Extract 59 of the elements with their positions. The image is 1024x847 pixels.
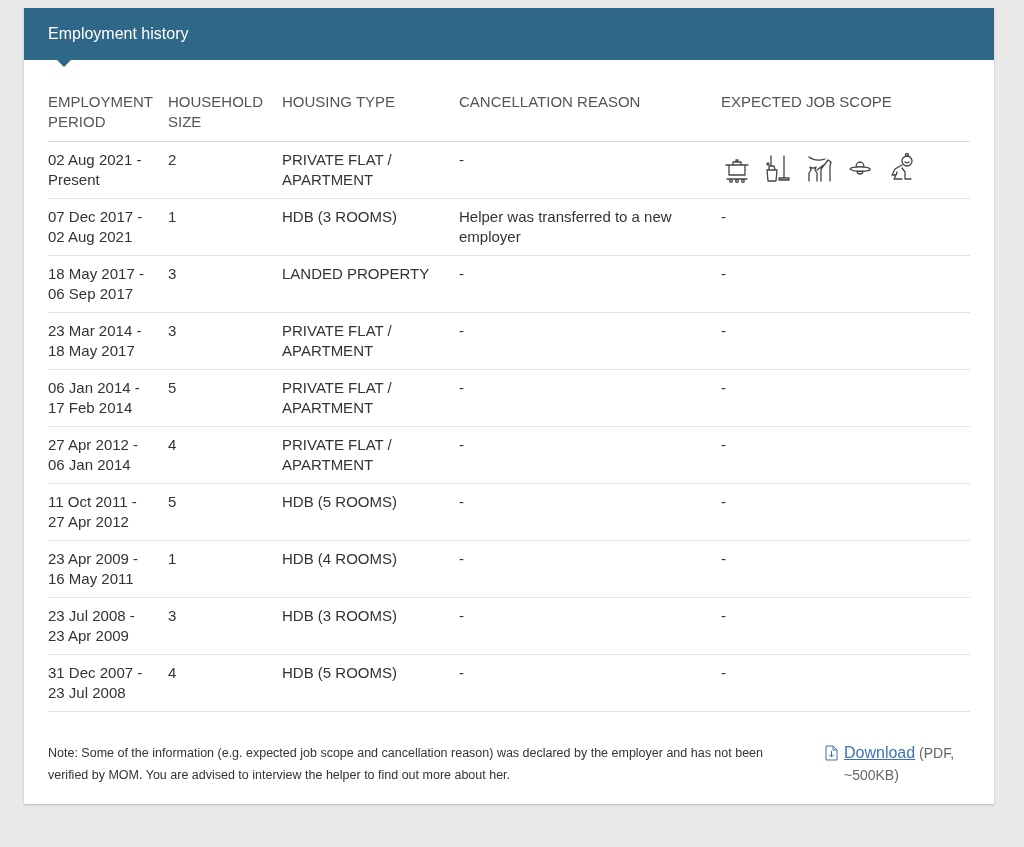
download-document-icon <box>825 745 838 761</box>
housing-type: PRIVATE FLAT / APARTMENT <box>282 151 392 188</box>
column-header: HOUSEHOLD SIZE <box>168 90 282 142</box>
cancellation-reason: - <box>459 379 464 396</box>
job-scope: - <box>721 208 726 225</box>
housing-type: LANDED PROPERTY <box>282 265 430 282</box>
employment-period: 07 Dec 2017 - 02 Aug 2021 <box>48 208 143 245</box>
employment-period: 11 Oct 2011 - 27 Apr 2012 <box>48 493 137 530</box>
job-scope: - <box>721 379 726 396</box>
employment-period: 23 Mar 2014 - 18 May 2017 <box>48 322 142 359</box>
cancellation-reason: - <box>459 550 464 567</box>
employment-period: 23 Apr 2009 - 16 May 2011 <box>48 550 139 587</box>
employment-period: 27 Apr 2012 - 06 Jan 2014 <box>48 436 139 473</box>
job-scope: - <box>721 436 726 453</box>
household-size: 4 <box>168 664 177 681</box>
cancellation-reason: - <box>459 664 464 681</box>
household-size: 3 <box>168 322 177 339</box>
household-size: 3 <box>168 607 177 624</box>
download-link[interactable]: Download <box>844 744 916 761</box>
column-header: CANCELLATION REASON <box>459 90 721 142</box>
housing-type: HDB (3 ROOMS) <box>282 607 397 624</box>
job-scope: - <box>721 493 726 510</box>
cancellation-reason: - <box>459 265 464 282</box>
household-size: 5 <box>168 493 177 510</box>
cancellation-reason: Helper was transferred to a new employer <box>459 208 672 245</box>
household-size: 2 <box>168 151 177 168</box>
employment-period: 23 Jul 2008 - 23 Apr 2009 <box>48 607 135 644</box>
housing-type: PRIVATE FLAT / APARTMENT <box>282 379 392 416</box>
household-size: 1 <box>168 208 177 225</box>
column-header: HOUSING TYPE <box>282 90 459 142</box>
job-scope: - <box>721 550 726 567</box>
panel-title: Employment history <box>48 25 189 43</box>
housing-type: HDB (4 ROOMS) <box>282 550 397 567</box>
employment-period: 02 Aug 2021 - Present <box>48 151 142 188</box>
cancellation-reason: - <box>459 436 464 453</box>
housing-type: PRIVATE FLAT / APARTMENT <box>282 322 392 359</box>
housing-type: HDB (5 ROOMS) <box>282 493 397 510</box>
employment-period: 31 Dec 2007 - 23 Jul 2008 <box>48 664 143 701</box>
note-text: Note: Some of the information (e.g. expected job scope and cancellation reason) was declared by the employer and has not been verified by MOM. You are advised to interview the helper to find out more about her. <box>48 745 765 784</box>
housing-type: HDB (3 ROOMS) <box>282 208 397 225</box>
cancellation-reason: - <box>459 151 464 168</box>
household-size: 3 <box>168 265 177 282</box>
employment-period: 18 May 2017 - 06 Sep 2017 <box>48 265 144 302</box>
job-scope: - <box>721 607 726 624</box>
household-size: 4 <box>168 436 177 453</box>
column-header: EXPECTED JOB SCOPE <box>721 90 970 142</box>
download-text: Download (PDF, ~500KB) <box>844 743 956 785</box>
column-header: EMPLOYMENT PERIOD <box>48 90 168 142</box>
housing-type: PRIVATE FLAT / APARTMENT <box>282 436 392 473</box>
job-scope: - <box>721 322 726 339</box>
cancellation-reason: - <box>459 607 464 624</box>
employment-period: 06 Jan 2014 - 17 Feb 2014 <box>48 379 140 416</box>
housing-type: HDB (5 ROOMS) <box>282 664 397 681</box>
household-size: 5 <box>168 379 177 396</box>
job-scope: - <box>721 664 726 681</box>
cancellation-reason: - <box>459 322 464 339</box>
cancellation-reason: - <box>459 493 464 510</box>
job-scope: - <box>721 265 726 282</box>
household-size: 1 <box>168 550 177 567</box>
